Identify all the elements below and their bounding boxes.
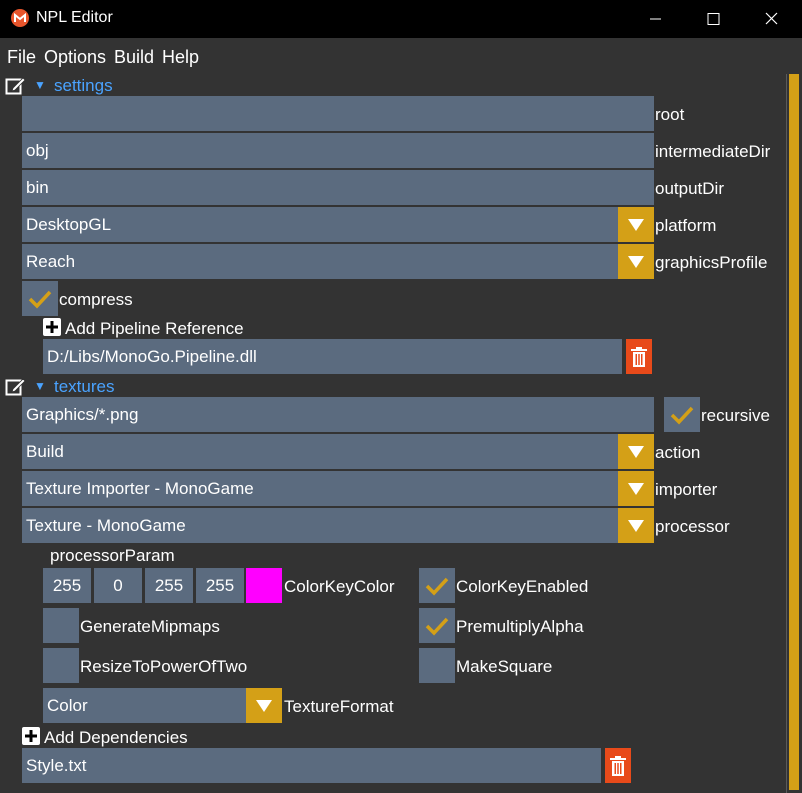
action-dropdown-button[interactable] (618, 434, 654, 469)
collapse-triangle-icon[interactable]: ▼ (34, 379, 46, 393)
texture-format-dropdown-button[interactable] (246, 688, 282, 723)
chevron-down-icon (628, 218, 644, 231)
premultiply-alpha-label: PremultiplyAlpha (456, 617, 584, 636)
scrollbar-thumb[interactable] (789, 74, 799, 790)
compress-checkbox[interactable] (22, 281, 58, 316)
processor-dropdown[interactable]: Texture - MonoGame (22, 508, 618, 543)
output-dir-input[interactable]: bin (22, 170, 654, 205)
menu-file[interactable]: File (7, 47, 36, 68)
add-pipeline-reference-button[interactable]: Add Pipeline Reference (65, 319, 244, 339)
color-key-r-input[interactable]: 255 (43, 568, 91, 603)
maximize-icon (707, 13, 720, 25)
texture-format-dropdown[interactable]: Color (43, 688, 246, 723)
minimize-button[interactable] (627, 0, 685, 38)
color-key-color-label: ColorKeyColor (284, 577, 395, 596)
color-key-g-input[interactable]: 0 (94, 568, 142, 603)
plus-icon[interactable] (22, 727, 40, 745)
importer-label: importer (655, 480, 718, 499)
color-key-enabled-checkbox[interactable] (419, 568, 455, 603)
premultiply-alpha-checkbox[interactable] (419, 608, 455, 643)
graphics-profile-dropdown-button[interactable] (618, 244, 654, 279)
trash-icon (610, 755, 626, 776)
platform-dropdown[interactable]: DesktopGL (22, 207, 618, 242)
checkmark-icon (425, 577, 449, 596)
checkmark-icon (425, 617, 449, 636)
chevron-down-icon (256, 699, 272, 712)
resize-to-power-of-two-label: ResizeToPowerOfTwo (80, 657, 248, 676)
color-key-a-input[interactable]: 255 (196, 568, 244, 603)
delete-reference-button[interactable] (626, 339, 652, 374)
processor-param-heading: processorParam (50, 546, 175, 565)
texture-path-input[interactable]: Graphics/*.png (22, 397, 654, 432)
dependency-input[interactable]: Style.txt (22, 748, 601, 783)
output-dir-label: outputDir (655, 179, 724, 198)
platform-label: platform (655, 216, 717, 235)
action-label: action (655, 443, 701, 462)
chevron-down-icon (628, 255, 644, 268)
make-square-label: MakeSquare (456, 657, 553, 676)
minimize-icon (650, 18, 661, 20)
importer-dropdown[interactable]: Texture Importer - MonoGame (22, 471, 618, 506)
platform-dropdown-button[interactable] (618, 207, 654, 242)
root-label: root (655, 105, 685, 124)
menu-help[interactable]: Help (162, 47, 199, 68)
section-title-textures[interactable]: textures (54, 377, 114, 397)
root-input[interactable] (22, 96, 654, 131)
recursive-label: recursive (701, 406, 770, 425)
processor-dropdown-button[interactable] (618, 508, 654, 543)
chevron-down-icon (628, 519, 644, 532)
close-button[interactable] (743, 0, 801, 38)
color-key-swatch[interactable] (246, 568, 282, 603)
color-key-b-input[interactable]: 255 (145, 568, 193, 603)
edit-settings-icon[interactable] (5, 74, 27, 96)
plus-icon[interactable] (43, 318, 61, 336)
generate-mipmaps-checkbox[interactable] (43, 608, 79, 643)
processor-label: processor (655, 517, 730, 536)
recursive-checkbox[interactable] (664, 397, 700, 432)
delete-dependency-button[interactable] (605, 748, 631, 783)
app-logo-icon (10, 8, 30, 28)
collapse-triangle-icon[interactable]: ▼ (34, 78, 46, 92)
add-dependencies-button[interactable]: Add Dependencies (44, 728, 188, 748)
close-icon (765, 12, 778, 25)
chevron-down-icon (628, 445, 644, 458)
compress-label: compress (59, 290, 133, 309)
pipeline-reference-input[interactable]: D:/Libs/MonoGo.Pipeline.dll (43, 339, 622, 374)
texture-format-label: TextureFormat (284, 697, 394, 716)
checkmark-icon (28, 290, 52, 309)
section-title-settings[interactable]: settings (54, 76, 113, 96)
intermediate-dir-input[interactable]: obj (22, 133, 654, 168)
window-title: NPL Editor (36, 9, 113, 26)
resize-to-power-of-two-checkbox[interactable] (43, 648, 79, 683)
checkmark-icon (670, 406, 694, 425)
menu-build[interactable]: Build (114, 47, 154, 68)
menu-options[interactable]: Options (44, 47, 106, 68)
graphics-profile-label: graphicsProfile (655, 253, 768, 272)
importer-dropdown-button[interactable] (618, 471, 654, 506)
generate-mipmaps-label: GenerateMipmaps (80, 617, 220, 636)
trash-icon (631, 346, 647, 367)
chevron-down-icon (628, 482, 644, 495)
make-square-checkbox[interactable] (419, 648, 455, 683)
edit-textures-icon[interactable] (5, 375, 27, 397)
color-key-enabled-label: ColorKeyEnabled (456, 577, 589, 596)
action-dropdown[interactable]: Build (22, 434, 618, 469)
intermediate-dir-label: intermediateDir (655, 142, 771, 161)
graphics-profile-dropdown[interactable]: Reach (22, 244, 618, 279)
maximize-button[interactable] (685, 0, 743, 38)
